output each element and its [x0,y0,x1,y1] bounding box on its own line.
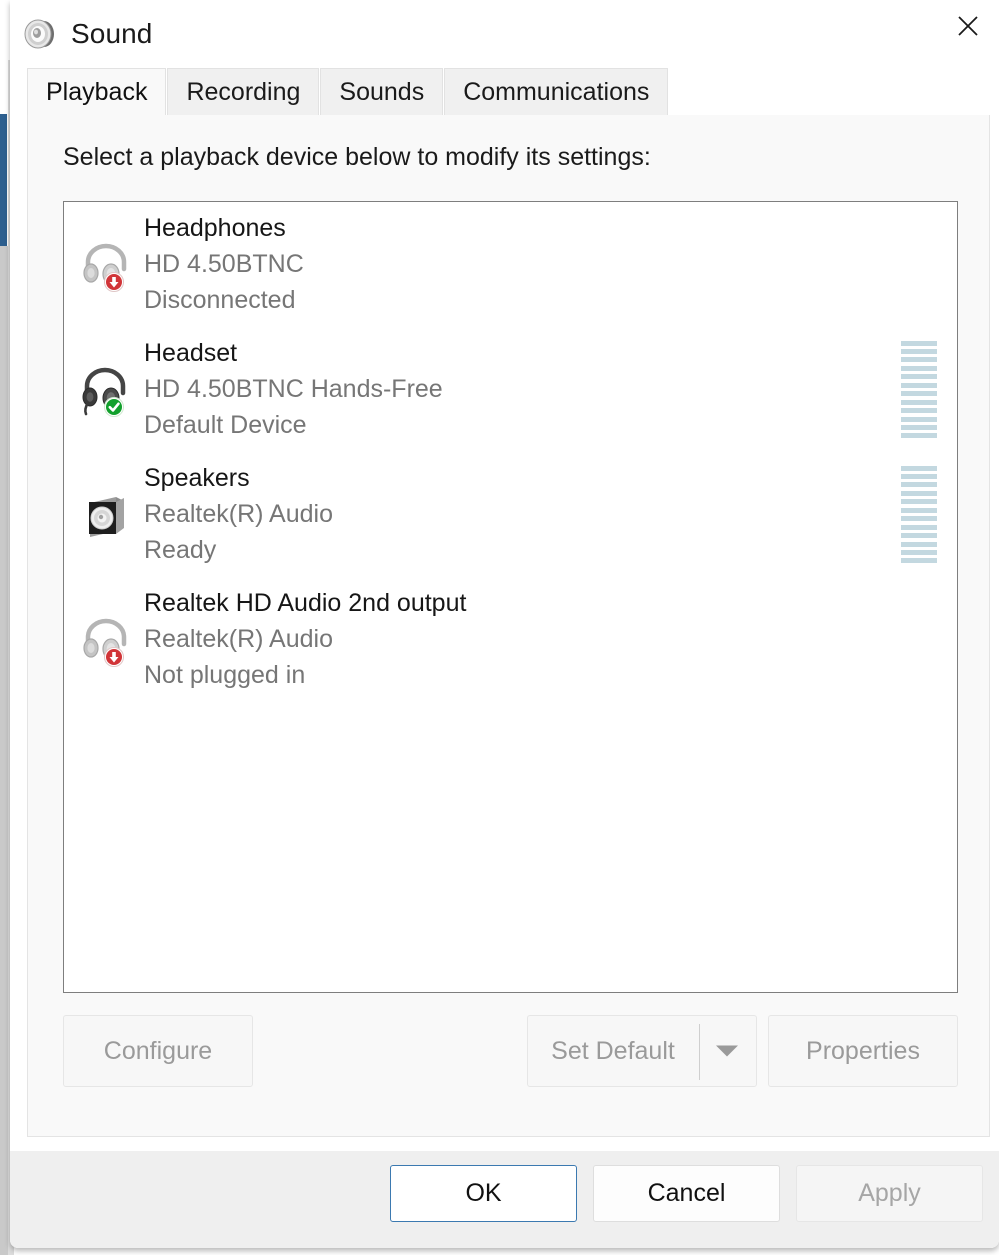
playback-tab-panel: Select a playback device below to modify… [27,115,990,1137]
list-item[interactable]: Realtek HD Audio 2nd output Realtek(R) A… [64,577,957,702]
split-button-divider [699,1024,700,1080]
ok-button[interactable]: OK [390,1165,577,1222]
tab-playback[interactable]: Playback [27,68,167,115]
playback-device-list[interactable]: Headphones HD 4.50BTNC Disconnected Head… [63,201,958,993]
speaker-icon [24,19,54,48]
speaker-box-icon [78,487,134,543]
list-item[interactable]: Headset HD 4.50BTNC Hands-Free Default D… [64,327,957,452]
list-item[interactable]: Headphones HD 4.50BTNC Disconnected [64,202,957,327]
tab-recording-label: Recording [186,77,301,106]
device-status: Ready [144,536,217,564]
device-description: HD 4.50BTNC Hands-Free [144,375,443,403]
volume-meter [901,340,937,439]
device-status: Not plugged in [144,661,306,689]
device-name: Realtek HD Audio 2nd output [144,589,467,617]
properties-button-label: Properties [806,1036,920,1065]
device-name: Headset [144,339,238,367]
ok-button-label: OK [465,1179,502,1207]
configure-button[interactable]: Configure [63,1015,253,1087]
cancel-button-label: Cancel [647,1179,726,1207]
device-action-buttons: Configure Set Default Properties [63,1015,958,1090]
tab-playback-label: Playback [46,77,148,106]
tab-strip: Playback Recording Sounds Communications [10,67,999,115]
headphones-icon [78,612,134,668]
tab-communications[interactable]: Communications [444,68,669,115]
device-text: Headset HD 4.50BTNC Hands-Free Default D… [144,341,443,438]
close-icon[interactable] [937,0,999,52]
tab-sounds-label: Sounds [339,77,425,106]
headset-icon [78,362,134,418]
tab-sounds[interactable]: Sounds [320,68,444,115]
set-default-button-label: Set Default [551,1036,675,1065]
device-text: Headphones HD 4.50BTNC Disconnected [144,216,304,313]
tab-communications-label: Communications [463,77,650,106]
configure-button-label: Configure [103,1036,213,1065]
chevron-down-icon[interactable] [716,1045,738,1057]
device-description: Realtek(R) Audio [144,500,333,528]
cancel-button[interactable]: Cancel [593,1165,780,1222]
device-name: Speakers [144,464,250,492]
apply-button[interactable]: Apply [796,1165,983,1222]
apply-button-label: Apply [858,1179,921,1207]
device-text: Speakers Realtek(R) Audio Ready [144,466,333,563]
device-status: Default Device [144,411,307,439]
dialog-footer: OK Cancel Apply [10,1151,999,1248]
volume-meter [901,465,937,564]
device-status: Disconnected [144,286,296,314]
properties-button[interactable]: Properties [768,1015,958,1087]
headphones-icon [78,237,134,293]
window-title: Sound [71,17,153,49]
set-default-button[interactable]: Set Default [527,1015,757,1087]
device-description: Realtek(R) Audio [144,625,333,653]
background-window-blue-strip [0,114,7,246]
device-name: Headphones [144,214,286,242]
title-bar: Sound [10,0,999,67]
instruction-text: Select a playback device below to modify… [63,143,651,171]
background-window-grey-strip [0,246,8,1255]
sound-dialog: Sound Playback Recording Sounds Communic… [10,0,999,1248]
device-description: HD 4.50BTNC [144,250,304,278]
tab-recording[interactable]: Recording [167,68,320,115]
device-text: Realtek HD Audio 2nd output Realtek(R) A… [144,591,466,688]
list-item[interactable]: Speakers Realtek(R) Audio Ready [64,452,957,577]
